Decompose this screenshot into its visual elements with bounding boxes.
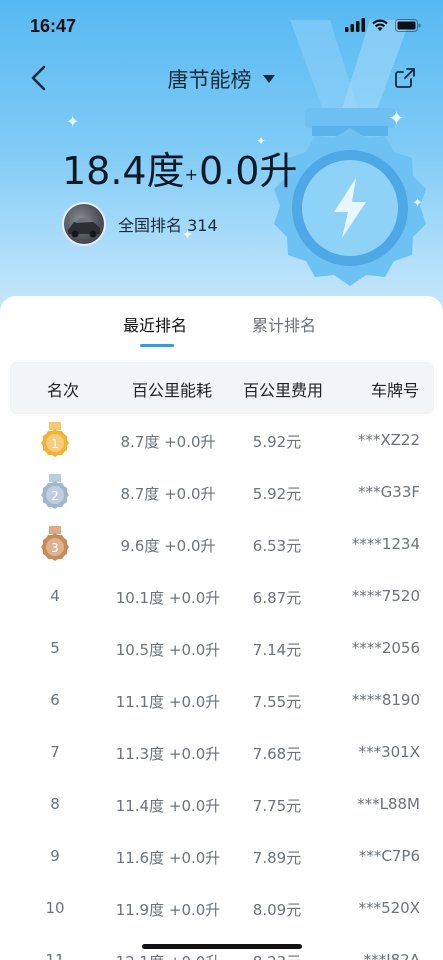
table-row[interactable]: 4 10.1度 +0.0升 6.87元 ****7520 xyxy=(10,572,434,624)
cell-plate: ****8190 xyxy=(351,691,420,709)
cell-rank: 10 xyxy=(45,899,65,917)
cell-energy: 10.1度 +0.0升 xyxy=(115,589,221,607)
status-bar: 16:47 xyxy=(0,0,443,52)
battery-icon xyxy=(395,18,421,32)
cell-energy: 8.7度 +0.0升 xyxy=(120,433,216,451)
table-row[interactable]: 2 8.7度 +0.0升 5.92元 ***G33F xyxy=(10,468,434,520)
header-plate: 车牌号 xyxy=(371,381,420,400)
header-energy: 百公里能耗 xyxy=(132,381,213,400)
sparkle-icon: ✦ xyxy=(388,106,405,130)
national-rank: 全国排名 314 xyxy=(62,202,218,246)
cell-cost: 5.92元 xyxy=(252,485,302,503)
cell-plate: ***520X xyxy=(358,899,420,917)
cell-plate: ****1234 xyxy=(351,535,420,553)
cell-energy: 10.5度 +0.0升 xyxy=(115,641,221,659)
tab-recent-ranking[interactable]: 最近排名 xyxy=(123,312,187,336)
cell-cost: 7.75元 xyxy=(252,797,302,815)
cell-cost: 5.92元 xyxy=(252,433,302,451)
header-cost: 百公里费用 xyxy=(243,381,324,400)
status-time: 16:47 xyxy=(30,16,77,36)
score-main: 18.4度 xyxy=(62,149,185,193)
home-indicator xyxy=(142,944,302,949)
sparkle-icon: ✦ xyxy=(66,112,80,131)
tab-indicator xyxy=(140,344,174,347)
cell-plate: ***G33F xyxy=(358,483,420,501)
rank-label: 全国排名 314 xyxy=(118,216,218,235)
gold-medal-icon: 1 xyxy=(40,422,70,460)
cell-energy: 12.1度 +0.0升 xyxy=(108,951,228,960)
energy-score: 18.4度+0.0升 xyxy=(62,140,297,195)
bronze-medal-icon: 3 xyxy=(40,526,70,564)
cell-rank: 6 xyxy=(50,691,60,709)
table-row[interactable]: 8 11.4度 +0.0升 7.75元 ***L88M xyxy=(10,780,434,832)
cell-rank: 11 xyxy=(45,951,65,960)
table-header: 名次 百公里能耗 百公里费用 车牌号 xyxy=(10,362,434,414)
medal-rank-number: 2 xyxy=(51,489,59,503)
cell-rank: 5 xyxy=(50,639,60,657)
tab-bar: 最近排名 累计排名 xyxy=(0,296,443,360)
cell-plate: ***J82A xyxy=(363,951,420,960)
cell-rank: 8 xyxy=(50,795,60,813)
cell-cost: 6.53元 xyxy=(252,537,302,555)
cell-rank: 7 xyxy=(50,743,60,761)
table-row[interactable]: 5 10.5度 +0.0升 7.14元 ****2056 xyxy=(10,624,434,676)
table-row[interactable]: 3 9.6度 +0.0升 6.53元 ****1234 xyxy=(10,520,434,572)
table-row[interactable]: 1 8.7度 +0.0升 5.92元 ***XZ22 xyxy=(10,416,434,468)
cell-energy: 8.7度 +0.0升 xyxy=(120,485,216,503)
table-row[interactable]: 9 11.6度 +0.0升 7.89元 ***C7P6 xyxy=(10,832,434,884)
cell-cost: 7.68元 xyxy=(252,745,302,763)
score-secondary: 0.0升 xyxy=(199,149,298,193)
signal-icon xyxy=(345,18,365,32)
avatar[interactable] xyxy=(62,202,106,246)
score-plus: + xyxy=(184,165,199,184)
table-row[interactable]: 6 11.1度 +0.0升 7.55元 ****8190 xyxy=(10,676,434,728)
cell-cost: 8.23元 xyxy=(236,951,318,960)
cell-energy: 11.3度 +0.0升 xyxy=(115,745,221,763)
dropdown-caret-icon xyxy=(262,75,275,83)
cell-cost: 6.87元 xyxy=(252,589,302,607)
cell-plate: ***C7P6 xyxy=(358,847,420,865)
table-row[interactable]: 7 11.3度 +0.0升 7.68元 ***301X xyxy=(10,728,434,780)
cell-cost: 8.09元 xyxy=(252,901,302,919)
share-icon[interactable] xyxy=(393,66,417,90)
cell-cost: 7.89元 xyxy=(252,849,302,867)
cell-rank: 9 xyxy=(50,847,60,865)
cell-plate: ***L88M xyxy=(357,795,420,813)
cell-energy: 11.1度 +0.0升 xyxy=(115,693,221,711)
cell-energy: 11.4度 +0.0升 xyxy=(115,797,221,815)
sparkle-icon: ✦ xyxy=(412,196,423,211)
cell-rank: 4 xyxy=(50,587,60,605)
cell-energy: 9.6度 +0.0升 xyxy=(120,537,216,555)
page-title: 唐节能榜 xyxy=(167,68,252,92)
wifi-icon xyxy=(372,19,388,31)
medal-rank-number: 3 xyxy=(51,541,59,555)
tab-cumulative-ranking[interactable]: 累计排名 xyxy=(252,312,316,336)
cell-plate: ***301X xyxy=(358,743,420,761)
hero-header: ✦ ✦ ✦ ✦ ✦ 16:47 唐节能榜 18.4度+0.0升 全国排名 314 xyxy=(0,0,443,330)
cell-energy: 11.6度 +0.0升 xyxy=(115,849,221,867)
cell-plate: ****7520 xyxy=(351,587,420,605)
header-rank: 名次 xyxy=(47,381,80,400)
medal-rank-number: 1 xyxy=(51,437,59,451)
cell-cost: 7.14元 xyxy=(252,641,302,659)
table-row[interactable]: 10 11.9度 +0.0升 8.09元 ***520X xyxy=(10,884,434,936)
leaderboard-selector[interactable]: 唐节能榜 xyxy=(0,64,443,94)
cell-energy: 11.9度 +0.0升 xyxy=(115,901,221,919)
cell-plate: ***XZ22 xyxy=(357,431,420,449)
cell-plate: ****2056 xyxy=(351,639,420,657)
ranking-panel: 最近排名 累计排名 名次 百公里能耗 百公里费用 车牌号 1 8.7度 +0.0升… xyxy=(0,296,443,960)
silver-medal-icon: 2 xyxy=(40,474,70,512)
cell-cost: 7.55元 xyxy=(252,693,302,711)
